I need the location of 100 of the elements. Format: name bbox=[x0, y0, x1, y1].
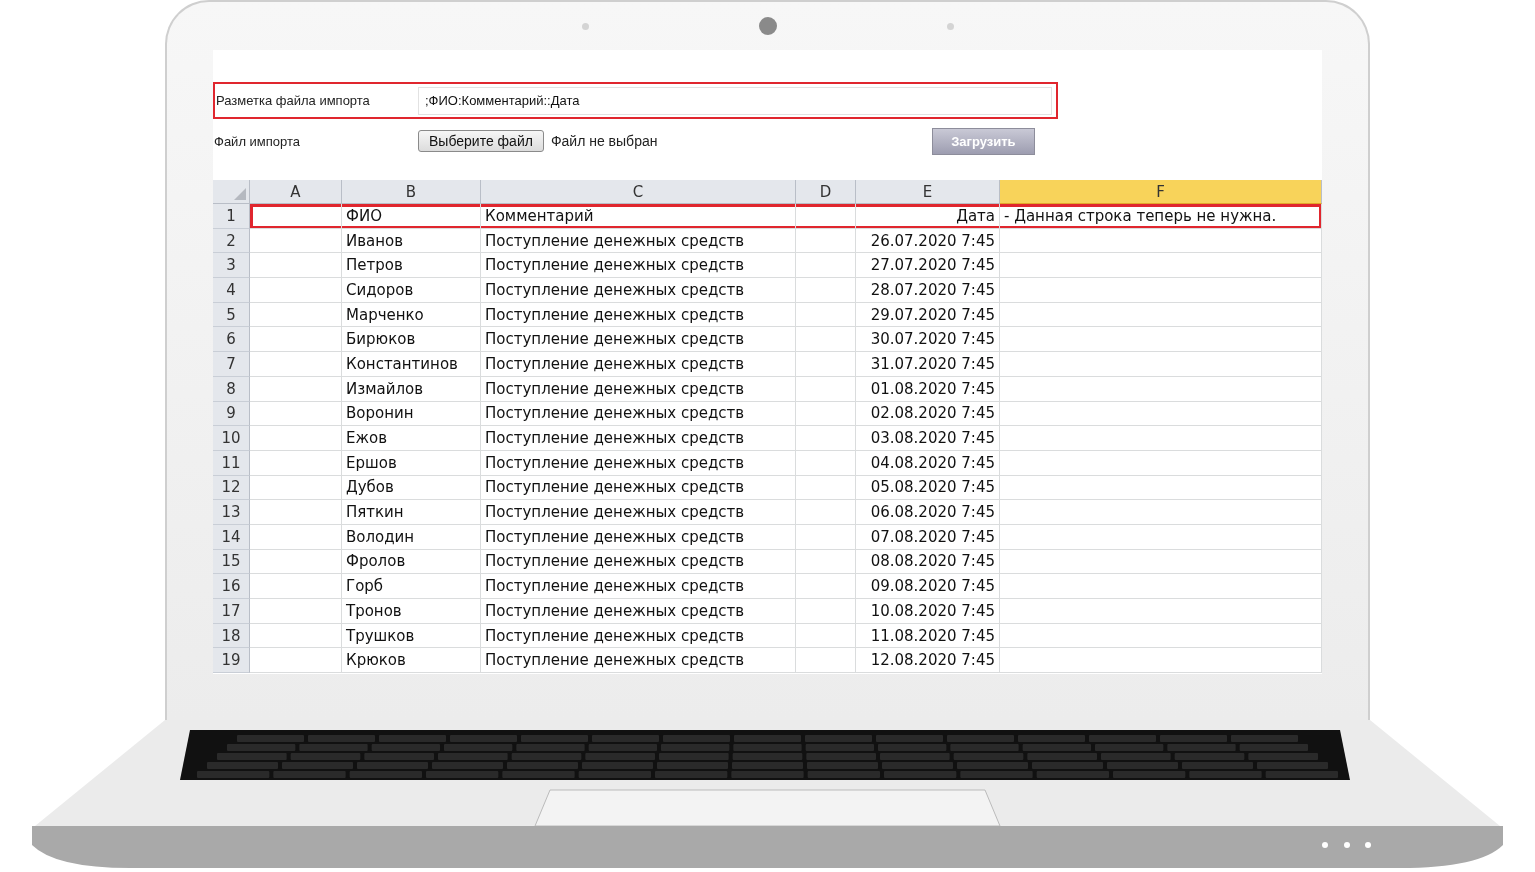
table-cell: Сидоров bbox=[342, 278, 481, 303]
column-header[interactable]: E bbox=[856, 180, 1000, 204]
table-cell bbox=[796, 599, 856, 624]
row-header[interactable]: 5 bbox=[213, 302, 250, 328]
row-header[interactable]: 15 bbox=[213, 549, 250, 575]
table-cell bbox=[796, 426, 856, 451]
table-cell bbox=[796, 253, 856, 279]
table-cell: 10.08.2020 7:45 bbox=[856, 599, 1000, 624]
table-cell bbox=[796, 228, 856, 254]
table-cell: Поступление денежных средств bbox=[481, 302, 796, 328]
row-header[interactable]: 19 bbox=[213, 648, 250, 674]
row-header[interactable]: 8 bbox=[213, 376, 250, 402]
table-cell: Крюков bbox=[342, 648, 481, 674]
table-cell: Поступление денежных средств bbox=[481, 574, 796, 599]
choose-file-button[interactable]: Выберите файл bbox=[418, 130, 544, 152]
table-cell: 11.08.2020 7:45 bbox=[856, 623, 1000, 649]
table-cell: Константинов bbox=[342, 352, 481, 377]
table-cell: 09.08.2020 7:45 bbox=[856, 574, 1000, 599]
table-cell: 30.07.2020 7:45 bbox=[856, 327, 1000, 353]
file-status: Файл не выбран bbox=[550, 133, 659, 149]
table-cell: Тронов bbox=[342, 599, 481, 624]
table-cell: Бирюков bbox=[342, 327, 481, 353]
table-cell: Поступление денежных средств bbox=[481, 278, 796, 303]
table-cell: Поступление денежных средств bbox=[481, 426, 796, 451]
camera-icon bbox=[758, 17, 777, 35]
column-header[interactable]: B bbox=[342, 180, 481, 204]
table-cell: Марченко bbox=[342, 302, 481, 328]
table-cell: 01.08.2020 7:45 bbox=[856, 376, 1000, 402]
row-header[interactable]: 17 bbox=[213, 599, 250, 624]
column-header[interactable]: F bbox=[1000, 180, 1322, 204]
table-cell: 29.07.2020 7:45 bbox=[856, 302, 1000, 328]
table-cell: Поступление денежных средств bbox=[481, 253, 796, 279]
table-cell: Поступление денежных средств bbox=[481, 401, 796, 427]
row-header[interactable]: 9 bbox=[213, 401, 250, 427]
table-cell: 05.08.2020 7:45 bbox=[856, 475, 1000, 501]
table-cell bbox=[796, 278, 856, 303]
row-header[interactable]: 1 bbox=[213, 204, 250, 229]
table-cell: Петров bbox=[342, 253, 481, 279]
table-cell: Поступление денежных средств bbox=[481, 648, 796, 674]
table-cell: 31.07.2020 7:45 bbox=[856, 352, 1000, 377]
table-cell: Володин bbox=[342, 524, 481, 550]
row-header[interactable]: 12 bbox=[213, 475, 250, 501]
table-cell bbox=[796, 401, 856, 427]
table-cell: Фролов bbox=[342, 549, 481, 575]
row-header[interactable]: 6 bbox=[213, 327, 250, 353]
triangle-icon bbox=[234, 188, 246, 200]
column-header[interactable]: C bbox=[481, 180, 796, 204]
table-cell: Поступление денежных средств bbox=[481, 524, 796, 550]
table-cell: Ежов bbox=[342, 426, 481, 451]
table-cell: Поступление денежных средств bbox=[481, 327, 796, 353]
column-header[interactable]: A bbox=[250, 180, 342, 204]
table-cell bbox=[796, 524, 856, 550]
table-cell: Поступление денежных средств bbox=[481, 450, 796, 476]
table-cell: Комментарий bbox=[481, 204, 796, 229]
column-header[interactable]: D bbox=[796, 180, 856, 204]
table-cell: Ершов bbox=[342, 450, 481, 476]
table-cell: Воронин bbox=[342, 401, 481, 427]
table-cell: 08.08.2020 7:45 bbox=[856, 549, 1000, 575]
table-cell bbox=[796, 376, 856, 402]
table-cell: 28.07.2020 7:45 bbox=[856, 278, 1000, 303]
row-header[interactable]: 14 bbox=[213, 524, 250, 550]
table-cell bbox=[796, 623, 856, 649]
sensor-icon bbox=[946, 22, 954, 30]
table-cell: 07.08.2020 7:45 bbox=[856, 524, 1000, 550]
row-header[interactable]: 2 bbox=[213, 228, 250, 254]
row-header[interactable]: 7 bbox=[213, 352, 250, 377]
row-header[interactable]: 10 bbox=[213, 426, 250, 451]
table-cell: Поступление денежных средств bbox=[481, 376, 796, 402]
table-cell: 27.07.2020 7:45 bbox=[856, 253, 1000, 279]
row-header[interactable]: 11 bbox=[213, 450, 250, 476]
row-header[interactable]: 4 bbox=[213, 278, 250, 303]
row-header[interactable]: 18 bbox=[213, 623, 250, 649]
table-cell: Поступление денежных средств bbox=[481, 549, 796, 575]
input-field[interactable]: ;ФИО:Комментарий::Дата bbox=[418, 86, 1052, 115]
table-cell: - Данная строка теперь не нужна. bbox=[1000, 204, 1322, 229]
table-cell: Поступление денежных средств bbox=[481, 623, 796, 649]
table-cell: Поступление денежных средств bbox=[481, 599, 796, 624]
table-cell: Поступление денежных средств bbox=[481, 228, 796, 254]
table-cell: 03.08.2020 7:45 bbox=[856, 426, 1000, 451]
table-cell bbox=[796, 327, 856, 353]
table-cell: Иванов bbox=[342, 228, 481, 254]
table-cell: Поступление денежных средств bbox=[481, 500, 796, 525]
table-cell: Дата bbox=[856, 204, 1000, 229]
table-cell: Поступление денежных средств bbox=[481, 475, 796, 501]
table-cell: Поступление денежных средств bbox=[481, 352, 796, 377]
table-cell: 12.08.2020 7:45 bbox=[856, 648, 1000, 674]
table-cell: Дубов bbox=[342, 475, 481, 501]
row-header[interactable]: 3 bbox=[213, 253, 250, 279]
row-header[interactable]: 13 bbox=[213, 500, 250, 525]
table-cell: Измайлов bbox=[342, 376, 481, 402]
table-cell bbox=[796, 352, 856, 377]
field-label: Разметка файла импорта bbox=[215, 93, 371, 108]
select-all-corner[interactable] bbox=[213, 180, 250, 204]
field-label: Файл импорта bbox=[213, 133, 302, 149]
table-cell: Пяткин bbox=[342, 500, 481, 525]
table-cell bbox=[796, 574, 856, 599]
row-header[interactable]: 16 bbox=[213, 574, 250, 599]
table-cell: 04.08.2020 7:45 bbox=[856, 450, 1000, 476]
table-cell: Горб bbox=[342, 574, 481, 599]
table-cell bbox=[796, 450, 856, 476]
